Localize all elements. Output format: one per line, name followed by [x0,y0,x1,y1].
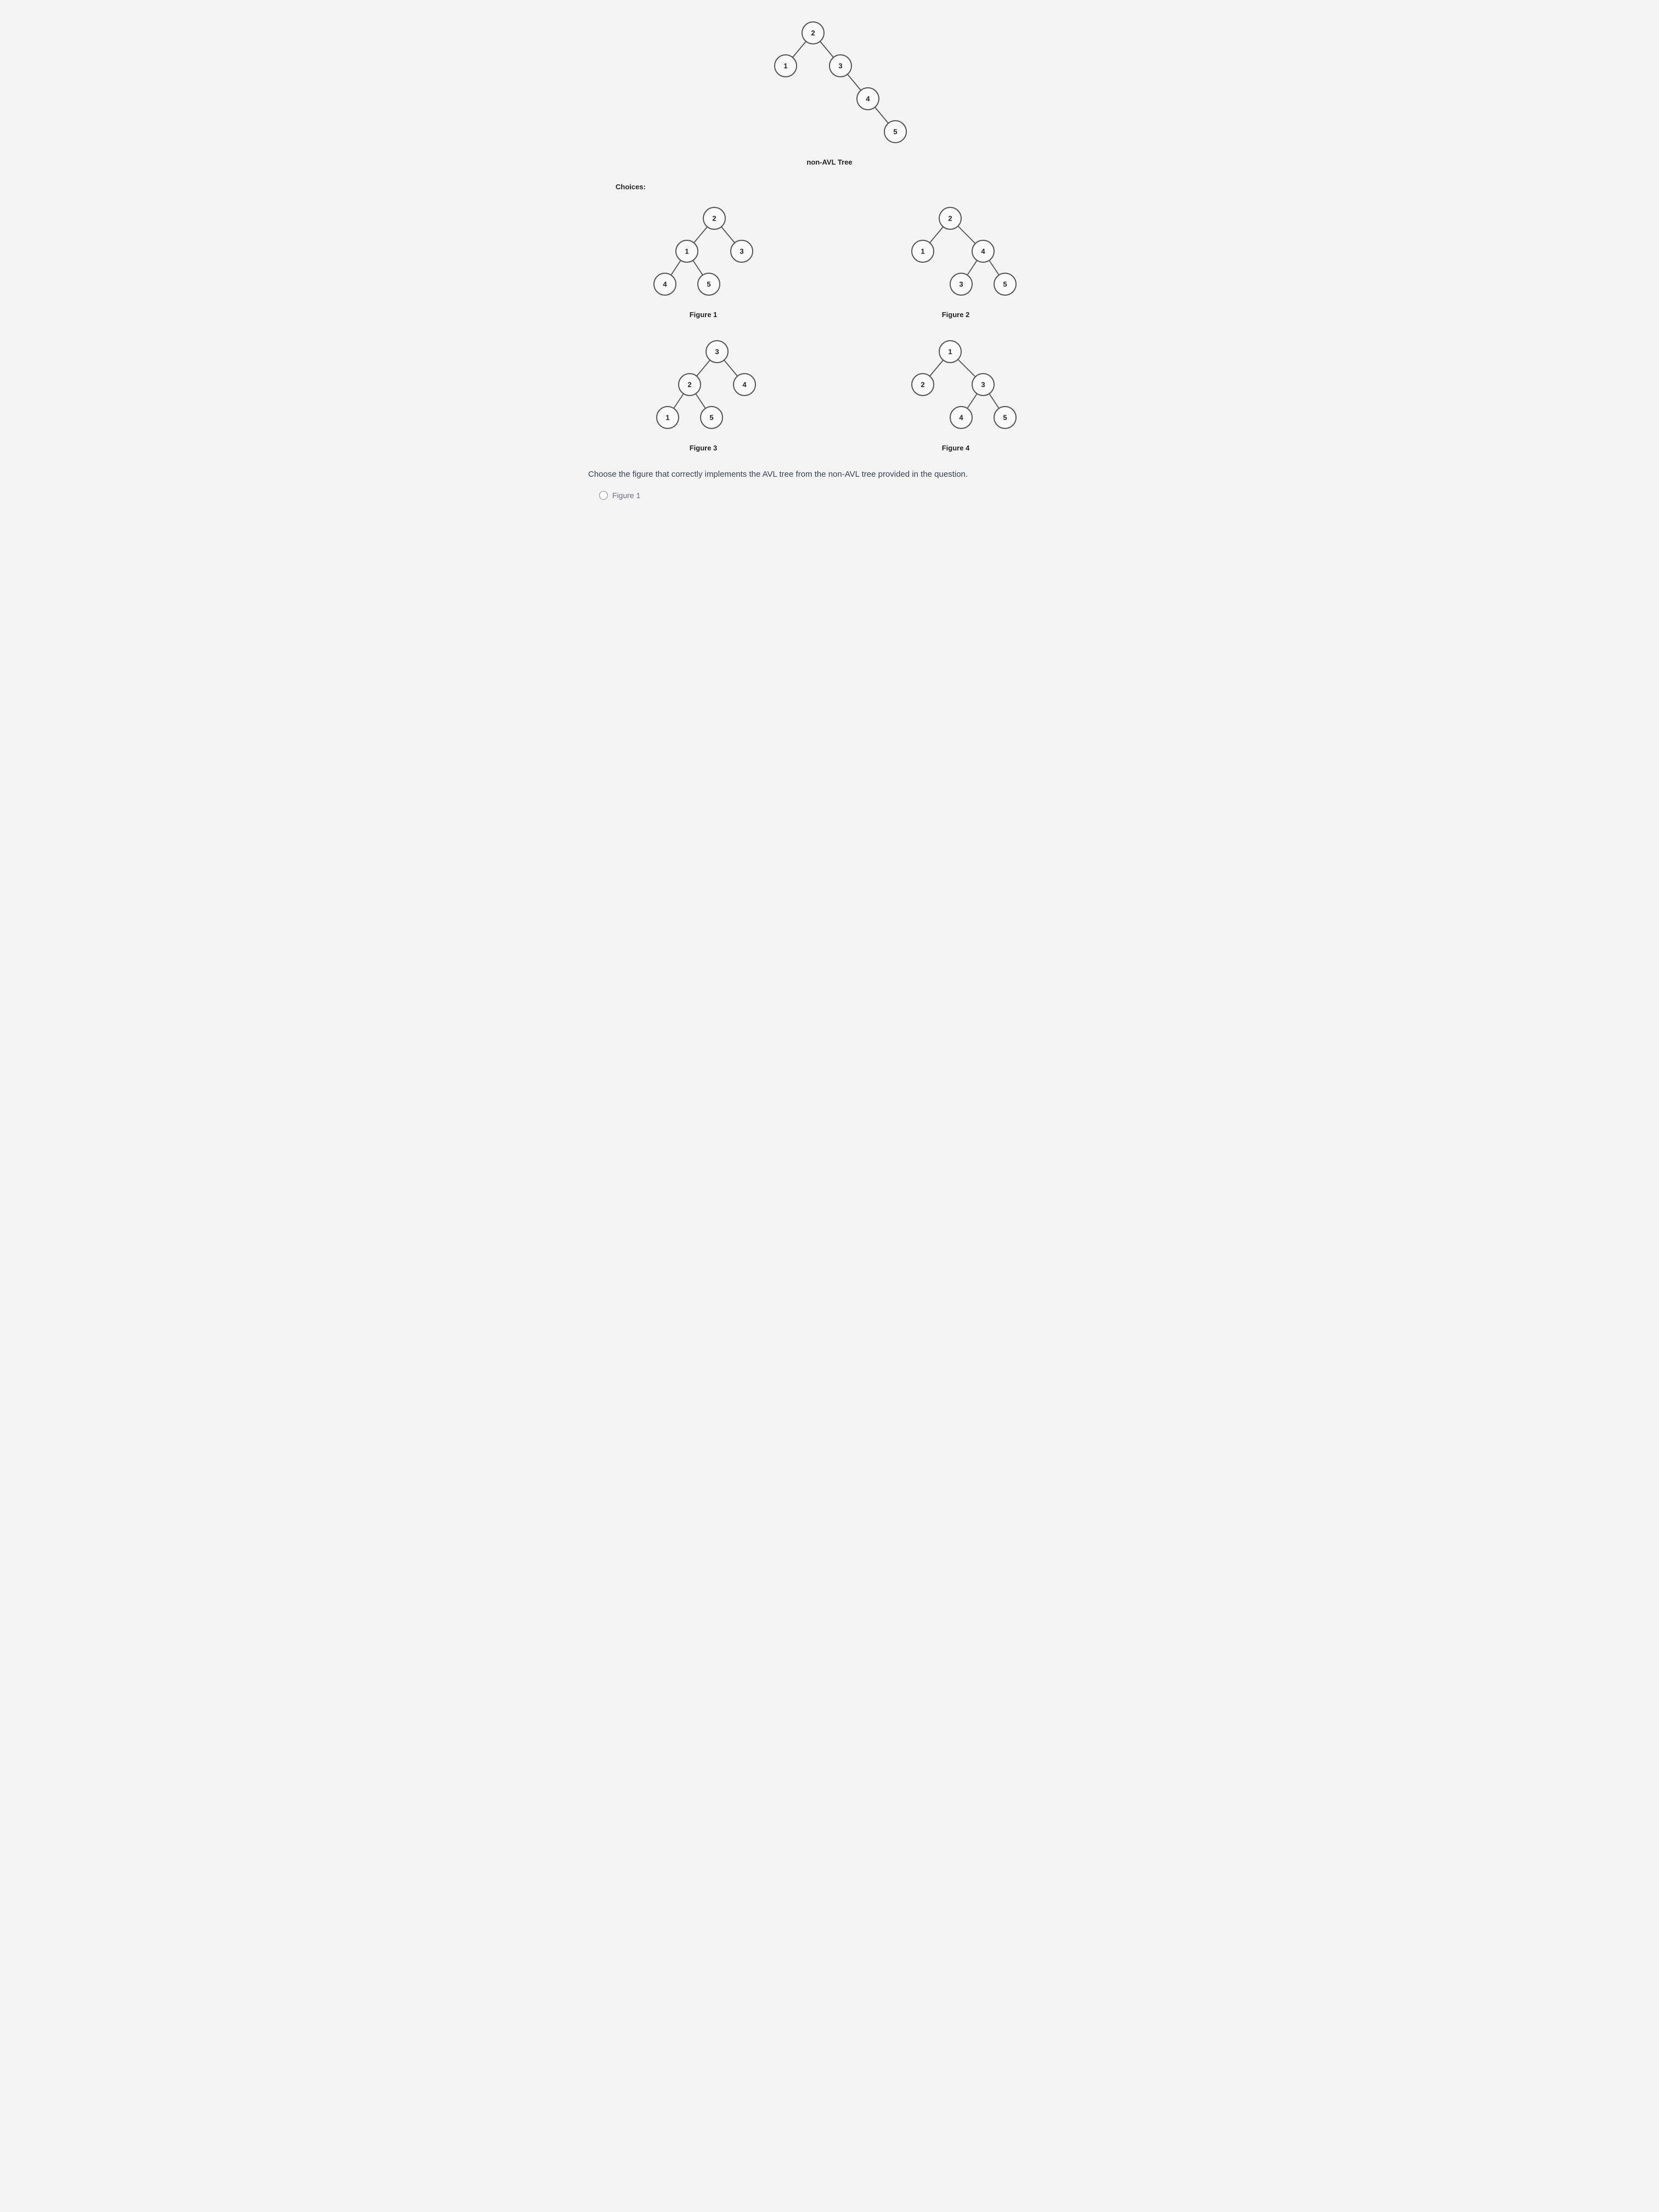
tree-node-label: 3 [740,247,743,256]
tree-node-label: 1 [783,62,787,70]
figure-3-svg: 3 2 4 1 5 [629,335,777,439]
choice-figure-3: 3 2 4 1 5 Figure 3 [594,335,813,452]
figure-1-svg: 2 1 3 4 5 [632,202,775,306]
tree-node-label: 2 [921,381,924,389]
choice-figure-4: 1 2 3 4 5 Figure 4 [846,335,1065,452]
tree-node-label: 4 [866,95,870,103]
tree-node-label: 1 [665,414,669,422]
tree-node-label: 5 [1003,414,1007,422]
tree-node-label: 2 [811,29,815,37]
non-avl-tree-svg: 2 1 3 4 5 [731,16,928,154]
figure-1-caption: Figure 1 [690,311,718,319]
figure-4-caption: Figure 4 [942,444,970,452]
figure-3-caption: Figure 3 [690,444,718,452]
tree-node-label: 5 [893,128,897,136]
radio-icon[interactable] [599,491,608,500]
tree-node-label: 4 [959,414,963,422]
question-text: Choose the figure that correctly impleme… [583,469,1076,481]
tree-node-label: 1 [921,247,924,256]
non-avl-tree-caption: non-AVL Tree [583,158,1076,166]
choice-figure-2: 2 1 4 3 5 Figure 2 [846,202,1065,319]
tree-node-label: 3 [981,381,985,389]
tree-node-label: 5 [707,280,710,289]
tree-node-label: 2 [948,215,952,223]
tree-node-label: 4 [742,381,747,389]
choices-label: Choices: [616,183,1076,191]
figure-4-svg: 1 2 3 4 5 [879,335,1032,439]
tree-node-label: 5 [709,414,713,422]
tree-node-label: 3 [715,348,719,356]
tree-node-label: 3 [959,280,963,289]
non-avl-tree-container: 2 1 3 4 5 non-AVL Tree [583,16,1076,166]
tree-node-label: 5 [1003,280,1007,289]
question-page: 2 1 3 4 5 non-AVL Tree Choices: 2 1 3 4 5 Figure… [583,16,1076,500]
tree-node-label: 1 [685,247,689,256]
figure-2-svg: 2 1 4 3 5 [879,202,1032,306]
tree-node-label: 4 [663,280,667,289]
figure-2-caption: Figure 2 [942,311,970,319]
tree-node-label: 4 [981,247,985,256]
tree-node-label: 3 [838,62,842,70]
tree-node-label: 2 [712,215,716,223]
tree-node-label: 2 [687,381,691,389]
tree-node-label: 1 [948,348,952,356]
answer-option-1-label: Figure 1 [612,491,640,500]
answer-option-1[interactable]: Figure 1 [583,491,1076,500]
choice-figure-1: 2 1 3 4 5 Figure 1 [594,202,813,319]
choices-grid: 2 1 3 4 5 Figure 1 2 1 4 3 5 Figure 2 3 2 4 1 5 Figu… [594,202,1065,452]
